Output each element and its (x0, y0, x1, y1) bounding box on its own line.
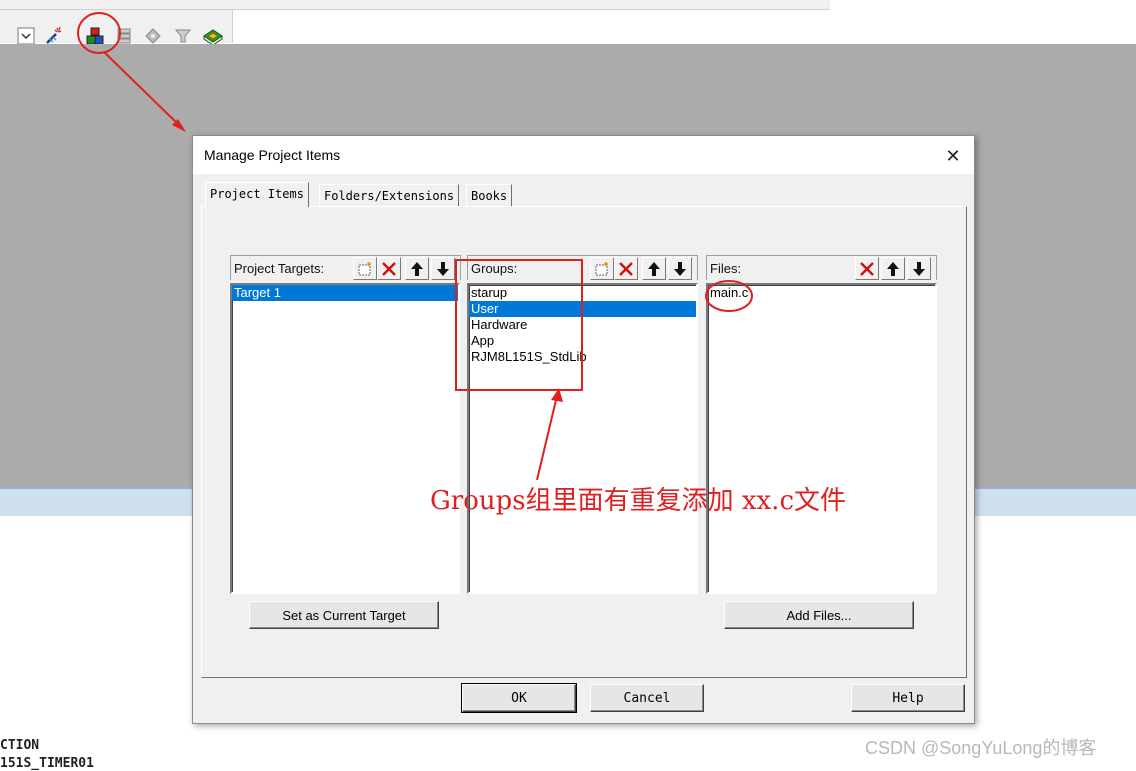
dialog-annotation-overlay (455, 259, 753, 481)
groups-highlight-box (455, 259, 583, 391)
tab-project-items[interactable]: Project Items (205, 182, 309, 207)
watermark: CSDN @SongYuLong的博客 (865, 738, 1097, 758)
file-highlight-circle (705, 280, 753, 312)
groups-arrow-line (536, 399, 557, 481)
annotation-text: Groups组里面有重复添加 xx.c文件 (430, 486, 847, 516)
